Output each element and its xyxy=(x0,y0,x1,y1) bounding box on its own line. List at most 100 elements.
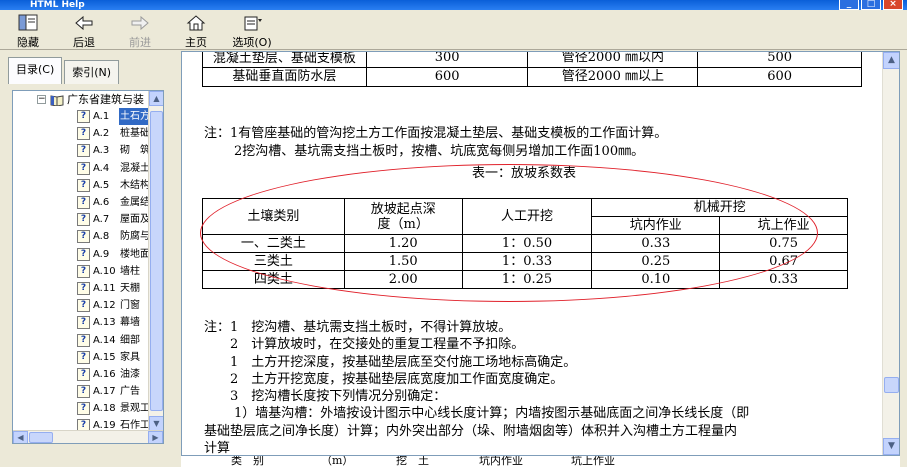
table-title: 表一：放坡系数表 xyxy=(472,166,577,181)
tree-item-label: 家具 xyxy=(120,351,140,363)
tree-root-node[interactable]: − 广东省建筑与装 xyxy=(13,91,149,108)
home-button[interactable]: 主页 xyxy=(168,10,224,50)
bottom-cell: 挖 土 xyxy=(396,456,429,467)
tree-item[interactable]: ? A.8 防腐与 xyxy=(13,228,149,245)
help-topic-icon: ? xyxy=(77,350,90,364)
tree-item[interactable]: ? A.10 墙柱 xyxy=(13,263,149,280)
hide-button[interactable]: 隐藏 xyxy=(0,10,56,50)
back-label: 后退 xyxy=(73,36,95,49)
tree-item-code: A.14 xyxy=(93,334,116,346)
content-vertical-scrollbar[interactable]: ▲ ▼ xyxy=(882,52,899,455)
table-cell: 1：0.33 xyxy=(461,252,593,271)
close-button[interactable]: × xyxy=(883,0,903,10)
note-1: 注：1有管座基础的管沟挖土方工作面按混凝土垫层、基础支模板的工作面计算。 2挖沟… xyxy=(204,125,667,161)
scroll-up-icon[interactable]: ▲ xyxy=(149,91,163,106)
tree-item[interactable]: ? A.5 木结构 xyxy=(13,177,149,194)
options-button[interactable]: 选项(O) xyxy=(224,10,280,50)
scroll-right-icon[interactable]: ▶ xyxy=(148,431,163,443)
table-row: 一、二类土 1.20 1：0.50 0.33 0.75 xyxy=(202,234,848,253)
tree-item[interactable]: ? A.18 景观工 xyxy=(13,400,149,417)
tree-hscroll-thumb[interactable] xyxy=(29,432,53,443)
maximize-button[interactable]: □ xyxy=(861,0,881,10)
table-cell: 0.67 xyxy=(719,252,848,271)
tree-item-code: A.5 xyxy=(93,179,110,191)
tree-item-label: 细部 xyxy=(120,334,140,346)
note-line: 计算 xyxy=(204,441,231,456)
tree-item[interactable]: ? A.6 金属结 xyxy=(13,194,149,211)
help-topic-icon: ? xyxy=(77,178,90,192)
table-cell: 0.75 xyxy=(719,234,848,253)
tree-item[interactable]: ? A.15 家具 xyxy=(13,349,149,366)
back-button[interactable]: 后退 xyxy=(56,10,112,50)
note-line: 注：1 挖沟槽、基坑需支挡土板时，不得计算放坡。 xyxy=(204,320,512,335)
scroll-left-icon[interactable]: ◀ xyxy=(13,431,28,443)
note-line: 2 计算放坡时，在交接处的重复工程量不予扣除。 xyxy=(230,337,525,353)
tree-horizontal-scrollbar[interactable]: ◀ ▶ xyxy=(13,430,163,443)
tab-contents[interactable]: 目录(C) xyxy=(8,57,63,84)
table-cell: 2.00 xyxy=(343,270,463,289)
forward-button[interactable]: 前进 xyxy=(112,10,168,50)
help-topic-icon: ? xyxy=(77,264,90,278)
tree-item[interactable]: ? A.3 砌 筑 xyxy=(13,142,149,159)
table-cell: 四类土 xyxy=(202,270,345,289)
help-topic-icon: ? xyxy=(77,213,90,227)
tree-item[interactable]: ? A.12 门窗 xyxy=(13,297,149,314)
help-topic-icon: ? xyxy=(77,316,90,330)
minimize-button[interactable]: _ xyxy=(839,0,859,10)
header-pit-in: 坑内作业 xyxy=(591,216,721,235)
tree-item[interactable]: ? A.1 土石方 xyxy=(13,108,149,126)
header-pit-on: 坑上作业 xyxy=(719,216,848,235)
tree-item-code: A.10 xyxy=(93,265,116,277)
tree-item[interactable]: ? A.16 油漆 xyxy=(13,366,149,383)
table-row: 三类土 1.50 1：0.33 0.25 0.67 xyxy=(202,252,848,271)
tree-item-code: A.17 xyxy=(93,386,116,398)
table-cell: 300 xyxy=(365,52,529,68)
tree-item-code: A.12 xyxy=(93,300,116,312)
forward-label: 前进 xyxy=(129,36,151,49)
tree-item[interactable]: ? A.4 混凝土 xyxy=(13,160,149,177)
scroll-down-icon[interactable]: ▼ xyxy=(149,416,163,431)
title-bar: HTML Help _ □ × xyxy=(0,0,907,10)
tree-item[interactable]: ? A.19 石作工 xyxy=(13,417,149,431)
tab-index[interactable]: 索引(N) xyxy=(64,60,120,84)
scroll-down-icon[interactable]: ▼ xyxy=(883,438,899,455)
tree-item[interactable]: ? A.14 细部 xyxy=(13,331,149,348)
content-scroll-thumb[interactable] xyxy=(884,377,899,393)
tree-item-code: A.15 xyxy=(93,351,116,363)
help-topic-icon: ? xyxy=(77,230,90,244)
window-title: HTML Help xyxy=(30,0,85,10)
tree-item[interactable]: ? A.9 楼地面 xyxy=(13,246,149,263)
navigation-pane: 目录(C) 索引(N) − 广东省建筑与装 ? A.1 土石方? A.2 桩基础? A.3… xyxy=(4,56,172,448)
bottom-cell: 坑内作业 xyxy=(479,456,523,467)
table-cell: 0.25 xyxy=(591,252,721,271)
bottom-cell: 类 别 xyxy=(231,456,264,467)
note-line: 1 土方开挖深度，按基础垫层底至交付施工场地标高确定。 xyxy=(230,354,577,370)
table-row: 混凝土垫层、基础支模板 300 管径2000 ㎜以内 500 xyxy=(202,52,862,68)
tree-item[interactable]: ? A.11 天棚 xyxy=(13,280,149,297)
tree-scroll-thumb[interactable] xyxy=(150,111,163,411)
help-topic-icon: ? xyxy=(77,299,90,313)
tree-item-label: 木结构 xyxy=(120,179,149,191)
tree-vertical-scrollbar[interactable]: ▲ ▼ xyxy=(148,91,163,431)
home-label: 主页 xyxy=(185,36,207,49)
tree-item[interactable]: ? A.7 屋面及 xyxy=(13,211,149,228)
back-arrow-icon xyxy=(75,15,93,31)
tree-item[interactable]: ? A.2 桩基础 xyxy=(13,125,149,142)
tree-item[interactable]: ? A.17 广告 xyxy=(13,383,149,400)
note-line: 注：1有管座基础的管沟挖土方工作面按混凝土垫层、基础支模板的工作面计算。 xyxy=(204,126,668,141)
slope-coefficient-table: 土壤类别 放坡起点深度（m） 人工开挖 机械开挖 坑内作业 坑上作业 一、二类土… xyxy=(202,198,848,289)
collapse-icon[interactable]: − xyxy=(37,95,46,104)
options-label: 选项(O) xyxy=(232,36,272,49)
document: 混凝土垫层、基础支模板 300 管径2000 ㎜以内 500 基础垂直面防水层 … xyxy=(182,52,883,456)
header-machine: 机械开挖 xyxy=(591,198,848,217)
tree-item-label: 防腐与 xyxy=(120,231,149,243)
contents-tree: − 广东省建筑与装 ? A.1 土石方? A.2 桩基础? A.3 砌 筑? A.4 混凝土? A… xyxy=(12,90,164,444)
table-cell: 三类土 xyxy=(202,252,345,271)
scroll-up-icon[interactable]: ▲ xyxy=(883,52,899,69)
underlying-window-strip: 类 别 （m） 挖 土 坑内作业 坑上作业 xyxy=(181,456,900,467)
nav-tabs: 目录(C) 索引(N) xyxy=(4,56,172,84)
tree-item-code: A.1 xyxy=(93,111,110,123)
tree-item-code: A.13 xyxy=(93,317,116,329)
tree-item[interactable]: ? A.13 幕墙 xyxy=(13,314,149,331)
tree-item-code: A.9 xyxy=(93,248,110,260)
